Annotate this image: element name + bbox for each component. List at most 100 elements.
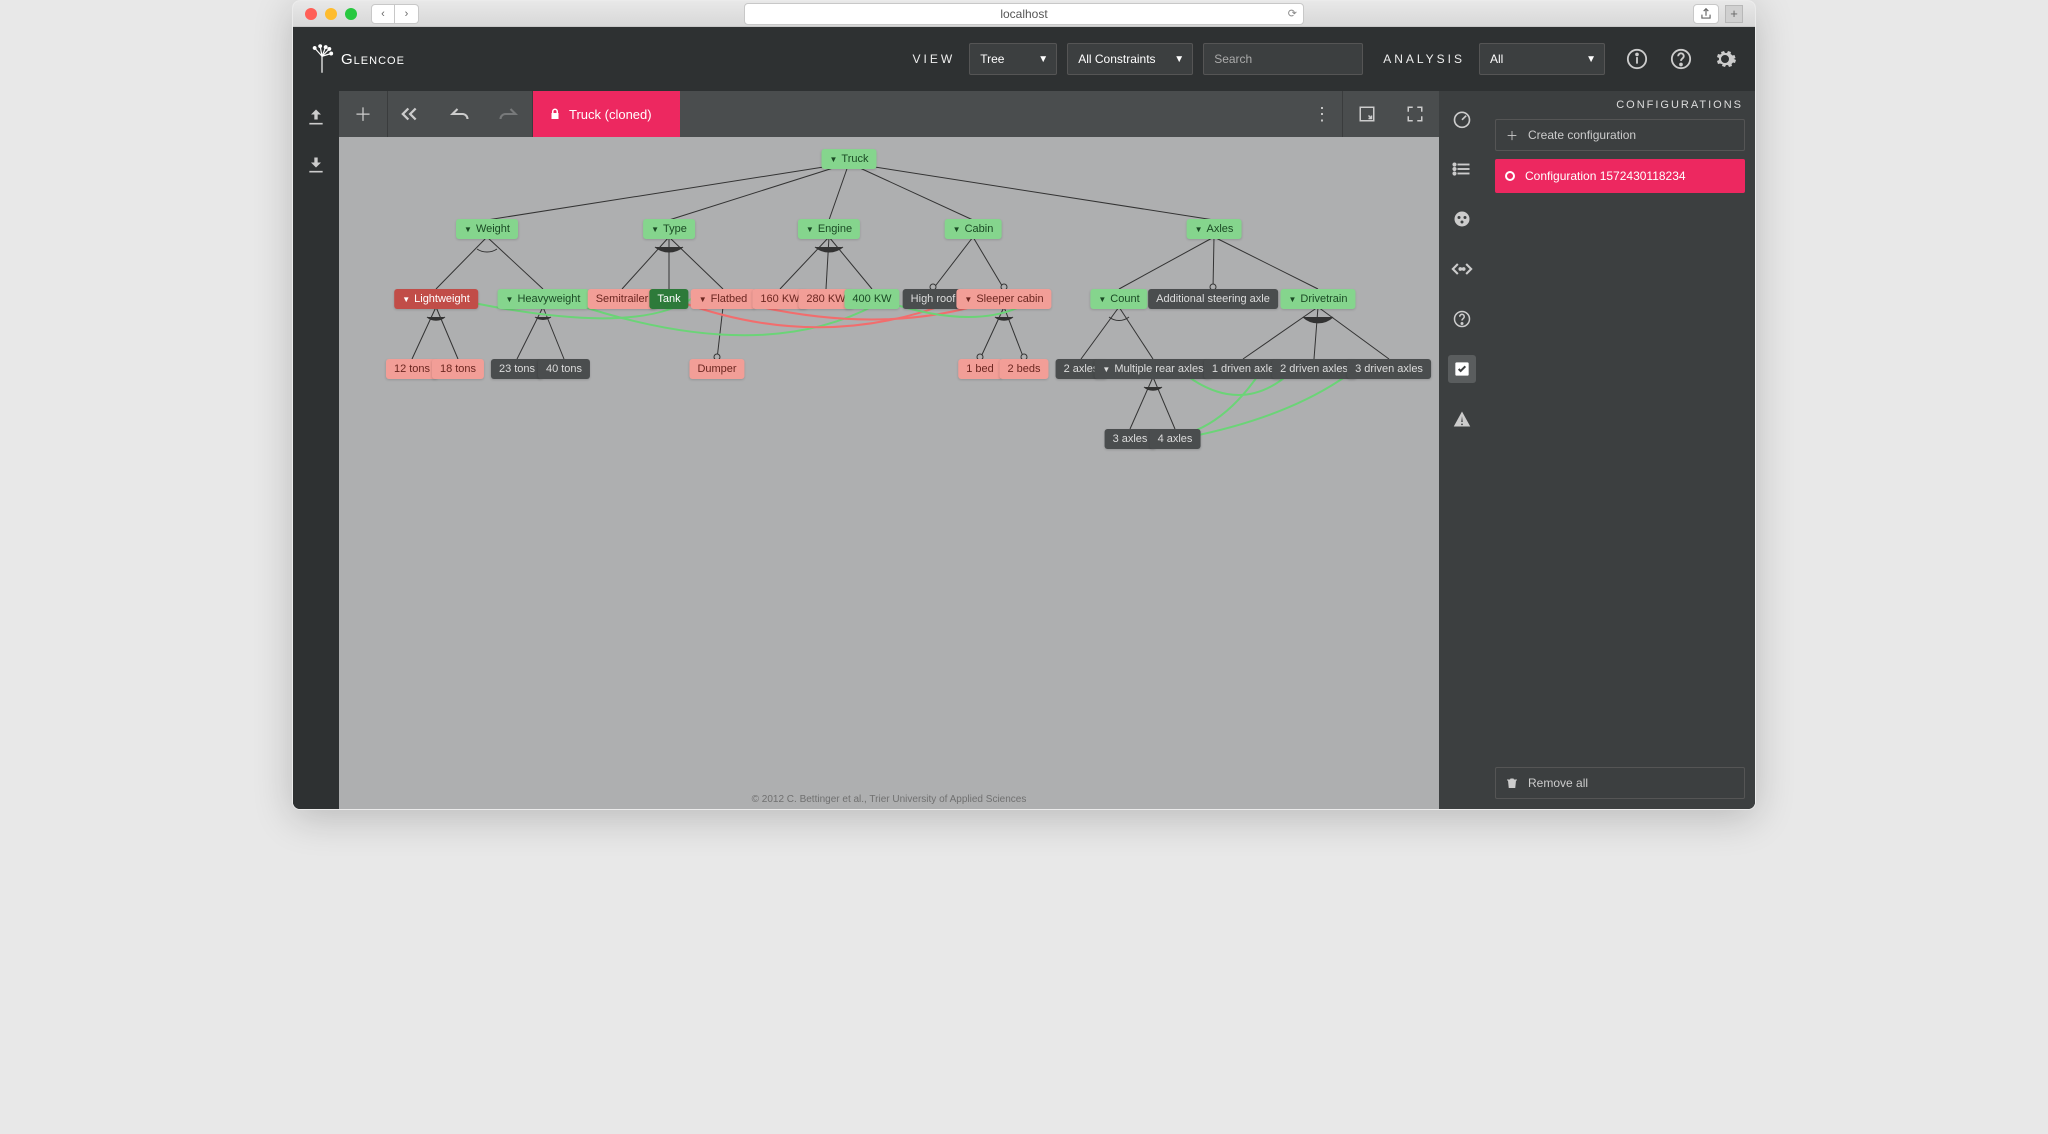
analysis-label: ANALYSIS	[1383, 52, 1465, 66]
workspace-toolbar: ＋ Truck (cloned) ⋮	[339, 91, 1439, 137]
browser-title-bar: ‹ › localhost ⟳ +	[293, 1, 1755, 27]
node-1bed[interactable]: 1 bed	[958, 359, 1002, 379]
chevron-down-icon: ▼	[1586, 54, 1596, 65]
collapse-icon: ▼	[506, 295, 514, 304]
node-3driven[interactable]: 3 driven axles	[1347, 359, 1431, 379]
node-40tons[interactable]: 40 tons	[538, 359, 590, 379]
collapse-icon: ▼	[953, 225, 961, 234]
node-type[interactable]: ▼Type	[643, 219, 695, 239]
collapse-icon: ▼	[806, 225, 814, 234]
node-2driven[interactable]: 2 driven axles	[1272, 359, 1356, 379]
create-config-button[interactable]: ＋ Create configuration	[1495, 119, 1745, 151]
collapse-icon: ▼	[1195, 225, 1203, 234]
node-heavyweight[interactable]: ▼Heavyweight	[498, 289, 589, 309]
chevron-down-icon: ▼	[1038, 54, 1048, 65]
code-icon[interactable]	[1448, 255, 1476, 283]
help-icon[interactable]	[1669, 47, 1693, 71]
download-icon[interactable]	[304, 153, 328, 177]
app: Glencoe VIEW Tree▼ All Constraints▼ Sear…	[293, 27, 1755, 809]
group-icon[interactable]	[1448, 205, 1476, 233]
config-item[interactable]: Configuration 1572430118234	[1495, 159, 1745, 193]
node-flatbed[interactable]: ▼Flatbed	[691, 289, 756, 309]
trash-icon	[1506, 776, 1518, 790]
node-highroof[interactable]: High roof	[903, 289, 964, 309]
constraints-select[interactable]: All Constraints▼	[1067, 43, 1193, 75]
fullscreen-button[interactable]	[1391, 91, 1439, 137]
logo-text: Glencoe	[341, 51, 405, 68]
traffic-lights	[305, 8, 357, 20]
more-menu-button[interactable]: ⋮	[1302, 91, 1342, 137]
reload-icon[interactable]: ⟳	[1288, 7, 1297, 20]
undo-all-button[interactable]	[388, 91, 436, 137]
upload-icon[interactable]	[304, 105, 328, 129]
share-button[interactable]	[1693, 4, 1719, 24]
search-input[interactable]: Search	[1203, 43, 1363, 75]
right-icon-rail	[1439, 91, 1485, 809]
collapse-icon: ▼	[651, 225, 659, 234]
node-drivetrain[interactable]: ▼Drivetrain	[1281, 289, 1356, 309]
node-23tons[interactable]: 23 tons	[491, 359, 543, 379]
collapse-icon: ▼	[964, 295, 972, 304]
nav-arrows: ‹ ›	[371, 4, 419, 24]
node-cabin[interactable]: ▼Cabin	[945, 219, 1002, 239]
model-tab[interactable]: Truck (cloned)	[533, 91, 680, 137]
redo-button[interactable]	[484, 91, 532, 137]
list-icon[interactable]	[1448, 155, 1476, 183]
undo-button[interactable]	[436, 91, 484, 137]
node-addsteer[interactable]: Additional steering axle	[1148, 289, 1278, 309]
node-18tons[interactable]: 18 tons	[432, 359, 484, 379]
chevron-down-icon: ▼	[1174, 54, 1184, 65]
node-lightweight[interactable]: ▼Lightweight	[394, 289, 478, 309]
warning-icon[interactable]	[1448, 405, 1476, 433]
status-dot-icon	[1505, 171, 1515, 181]
window-close-icon[interactable]	[305, 8, 317, 20]
node-truck[interactable]: ▼Truck	[821, 149, 876, 169]
node-semitrailer[interactable]: Semitrailer	[588, 289, 657, 309]
collapse-icon: ▼	[1098, 295, 1106, 304]
collapse-icon: ▼	[699, 295, 707, 304]
node-axles[interactable]: ▼Axles	[1187, 219, 1242, 239]
fit-screen-button[interactable]	[1343, 91, 1391, 137]
remove-all-button[interactable]: Remove all	[1495, 767, 1745, 799]
plus-icon: ＋	[1506, 127, 1518, 144]
node-2beds[interactable]: 2 beds	[999, 359, 1048, 379]
add-button[interactable]: ＋	[339, 91, 387, 137]
header-icons	[1625, 47, 1737, 71]
info-icon[interactable]	[1625, 47, 1649, 71]
node-multiaxles[interactable]: ▼Multiple rear axles	[1094, 359, 1211, 379]
node-dumper[interactable]: Dumper	[689, 359, 744, 379]
help-small-icon[interactable]	[1448, 305, 1476, 333]
browser-back-button[interactable]: ‹	[371, 4, 395, 24]
canvas[interactable]: ▼Truck ▼Weight ▼Type ▼Engine ▼Cabin ▼Axl…	[339, 137, 1439, 809]
logo-icon	[311, 45, 333, 73]
view-select[interactable]: Tree▼	[969, 43, 1057, 75]
app-header: Glencoe VIEW Tree▼ All Constraints▼ Sear…	[293, 27, 1755, 91]
node-3axles[interactable]: 3 axles	[1105, 429, 1156, 449]
settings-icon[interactable]	[1713, 47, 1737, 71]
collapse-icon: ▼	[464, 225, 472, 234]
node-4axles[interactable]: 4 axles	[1150, 429, 1201, 449]
node-sleeper[interactable]: ▼Sleeper cabin	[956, 289, 1051, 309]
workspace: ＋ Truck (cloned) ⋮	[339, 91, 1439, 809]
analysis-select[interactable]: All▼	[1479, 43, 1605, 75]
view-label: VIEW	[913, 52, 956, 66]
node-400kw[interactable]: 400 KW	[844, 289, 899, 309]
new-tab-button[interactable]: +	[1725, 5, 1743, 23]
browser-forward-button[interactable]: ›	[395, 4, 419, 24]
node-engine[interactable]: ▼Engine	[798, 219, 860, 239]
speed-icon[interactable]	[1448, 105, 1476, 133]
node-weight[interactable]: ▼Weight	[456, 219, 518, 239]
window-zoom-icon[interactable]	[345, 8, 357, 20]
window-minimize-icon[interactable]	[325, 8, 337, 20]
url-bar[interactable]: localhost ⟳	[744, 3, 1304, 25]
node-12tons[interactable]: 12 tons	[386, 359, 438, 379]
check-icon[interactable]	[1448, 355, 1476, 383]
node-count[interactable]: ▼Count	[1090, 289, 1147, 309]
node-tank[interactable]: Tank	[649, 289, 688, 309]
collapse-icon: ▼	[1102, 365, 1110, 374]
collapse-icon: ▼	[829, 155, 837, 164]
url-text: localhost	[1000, 7, 1047, 21]
tab-label: Truck (cloned)	[569, 107, 652, 122]
config-header: CONFIGURATIONS	[1485, 91, 1755, 119]
node-1driven[interactable]: 1 driven axle	[1204, 359, 1282, 379]
